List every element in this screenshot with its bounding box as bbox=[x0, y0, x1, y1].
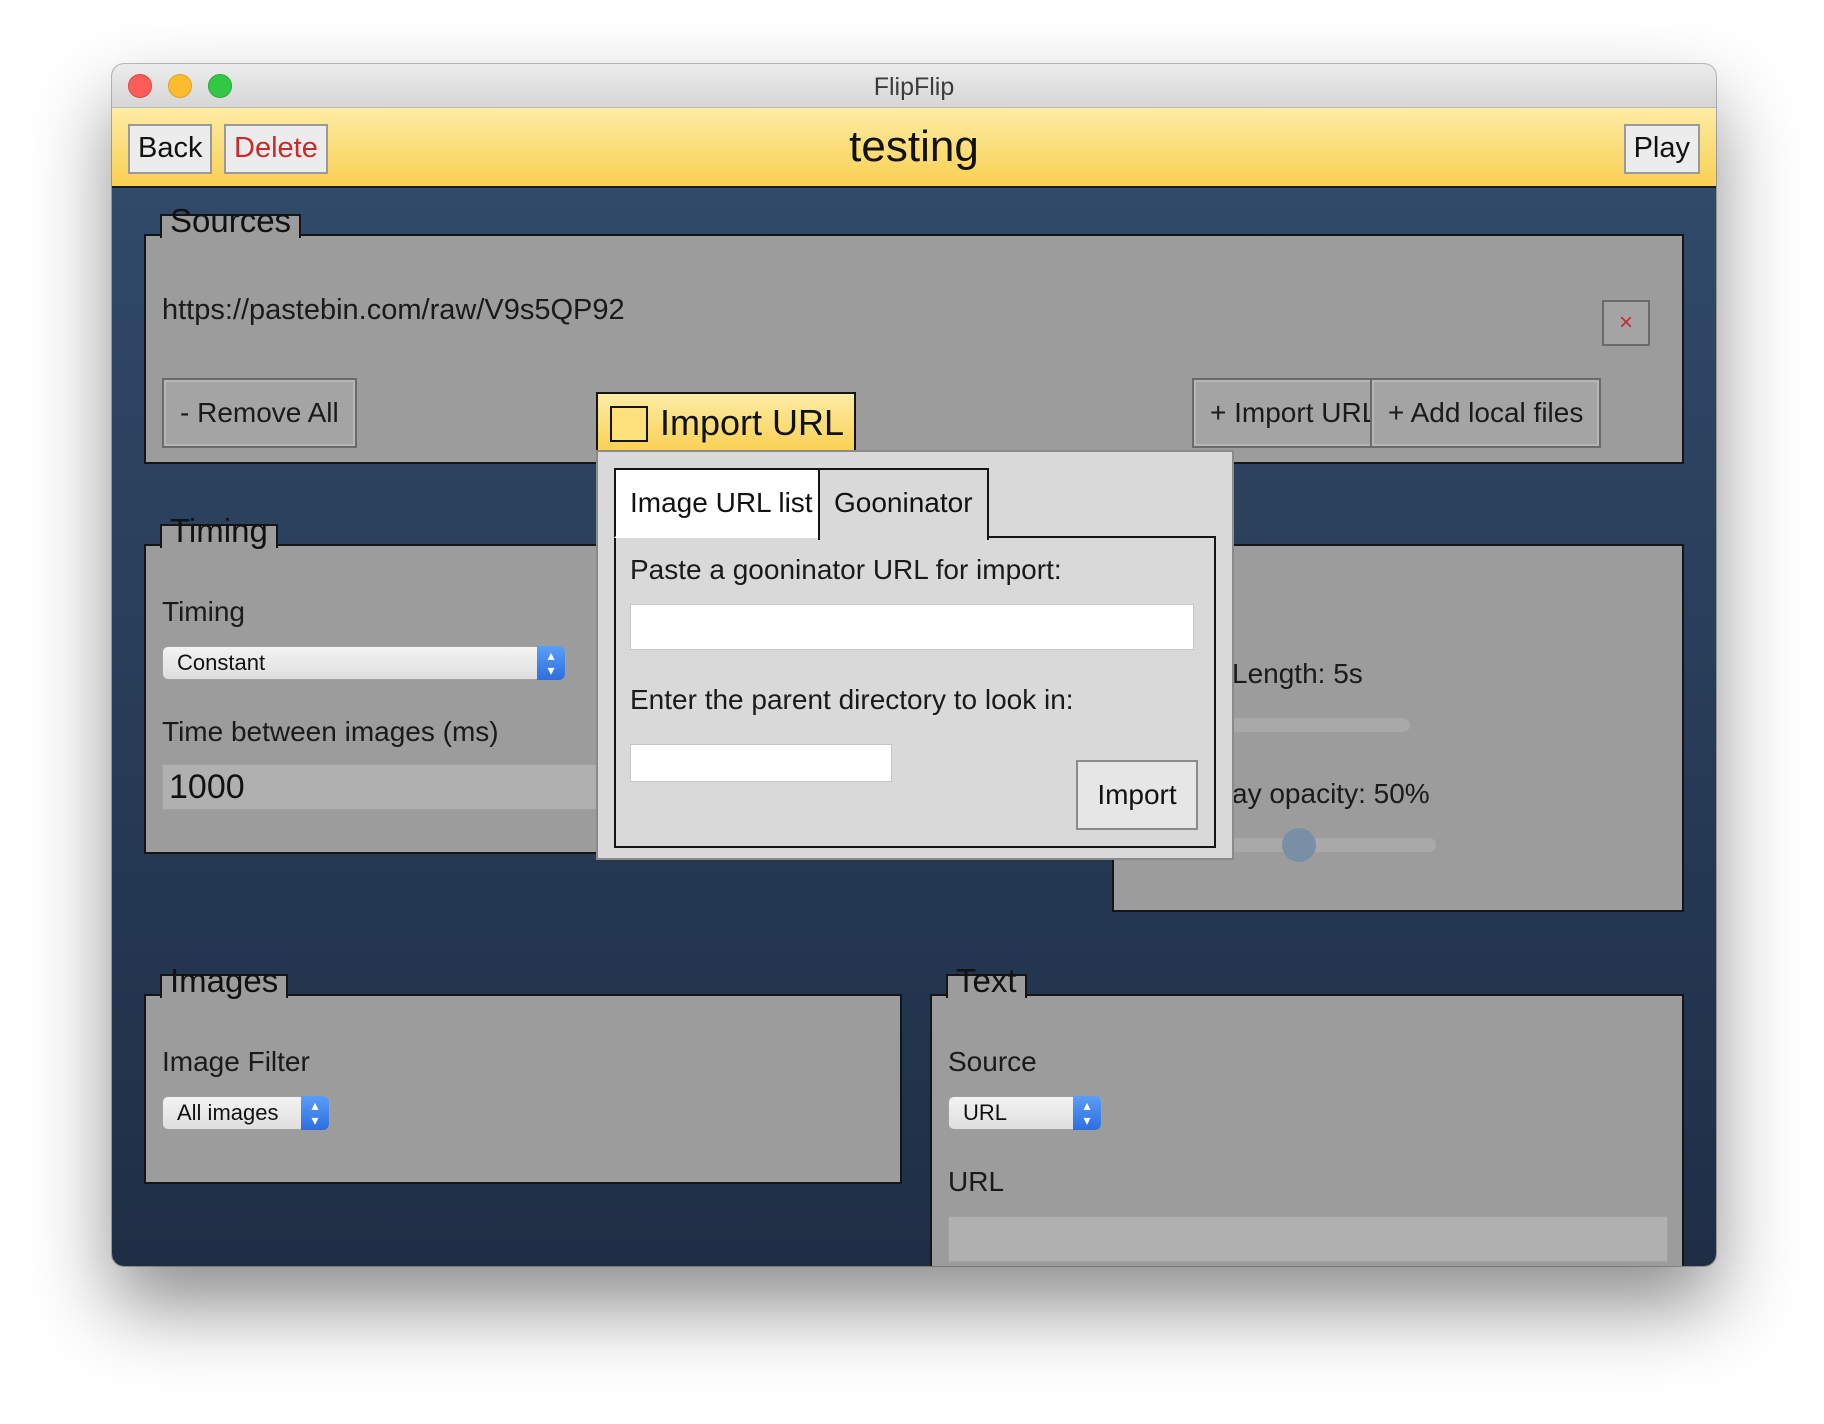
chevron-updown-icon: ▴ ▾ bbox=[301, 1096, 329, 1130]
app-window: FlipFlip Back Delete testing Play Source… bbox=[112, 64, 1716, 1266]
tab-image-url-list[interactable]: Image URL list bbox=[614, 468, 829, 538]
gooninator-tab-panel: Paste a gooninator URL for import: Enter… bbox=[614, 536, 1216, 848]
image-filter-value: All images bbox=[177, 1100, 279, 1125]
import-button[interactable]: Import bbox=[1076, 760, 1198, 830]
length-label: Length: 5s bbox=[1232, 658, 1363, 689]
window-title: FlipFlip bbox=[873, 73, 955, 101]
modal-title: Import URL bbox=[660, 402, 845, 443]
length-slider[interactable] bbox=[1230, 718, 1410, 732]
opacity-slider-thumb[interactable] bbox=[1282, 828, 1316, 862]
source-url: https://pastebin.com/raw/V9s5QP92 bbox=[162, 294, 625, 326]
text-panel: Text Source URL ▴ ▾ URL bbox=[930, 964, 1684, 1266]
chevron-updown-icon: ▴ ▾ bbox=[537, 646, 565, 680]
import-url-button[interactable]: + Import URL bbox=[1192, 378, 1396, 448]
image-filter-select[interactable]: All images ▴ ▾ bbox=[162, 1096, 330, 1130]
add-local-files-button[interactable]: + Add local files bbox=[1370, 378, 1602, 448]
gooninator-url-input[interactable] bbox=[630, 604, 1194, 650]
timing-panel: Timing Timing Constant ▴ ▾ Time between i… bbox=[144, 514, 604, 854]
title-bar: FlipFlip bbox=[112, 64, 1716, 108]
text-url-input[interactable] bbox=[948, 1216, 1668, 1262]
play-button[interactable]: Play bbox=[1623, 124, 1700, 174]
timing-value: Constant bbox=[177, 650, 266, 675]
opacity-slider[interactable] bbox=[1230, 838, 1436, 852]
time-between-label: Time between images (ms) bbox=[162, 716, 499, 747]
text-url-label: URL bbox=[948, 1166, 1005, 1197]
time-between-input[interactable]: 1000 bbox=[162, 764, 602, 810]
parent-directory-label: Enter the parent directory to look in: bbox=[630, 684, 1074, 715]
import-url-modal-header: Import URL bbox=[596, 392, 856, 452]
images-legend: Images bbox=[160, 964, 289, 998]
chevron-updown-icon: ▴ ▾ bbox=[1073, 1096, 1101, 1130]
parent-directory-input[interactable] bbox=[630, 744, 892, 782]
sources-legend: Sources bbox=[160, 204, 302, 238]
close-modal-checkbox[interactable] bbox=[610, 406, 648, 442]
opacity-label: ay opacity: 50% bbox=[1232, 778, 1430, 809]
images-panel: Images Image Filter All images ▴ ▾ bbox=[144, 964, 902, 1184]
text-source-label: Source bbox=[948, 1046, 1037, 1077]
timing-select[interactable]: Constant ▴ ▾ bbox=[162, 646, 566, 680]
paste-url-label: Paste a gooninator URL for import: bbox=[630, 554, 1062, 585]
import-url-modal: Image URL list Gooninator Paste a goonin… bbox=[596, 450, 1234, 860]
tab-gooninator[interactable]: Gooninator bbox=[818, 468, 989, 540]
remove-source-button[interactable]: × bbox=[1602, 300, 1650, 346]
text-legend: Text bbox=[946, 964, 1027, 998]
text-source-select[interactable]: URL ▴ ▾ bbox=[948, 1096, 1102, 1130]
timing-legend: Timing bbox=[160, 514, 278, 548]
sources-panel: Sources https://pastebin.com/raw/V9s5QP9… bbox=[144, 204, 1684, 464]
remove-all-button[interactable]: - Remove All bbox=[162, 378, 357, 448]
image-filter-label: Image Filter bbox=[162, 1046, 310, 1077]
scene-title: testing bbox=[849, 122, 979, 171]
timing-label: Timing bbox=[162, 596, 245, 627]
scene-header: Back Delete testing Play bbox=[112, 108, 1716, 188]
text-source-value: URL bbox=[963, 1100, 1008, 1125]
